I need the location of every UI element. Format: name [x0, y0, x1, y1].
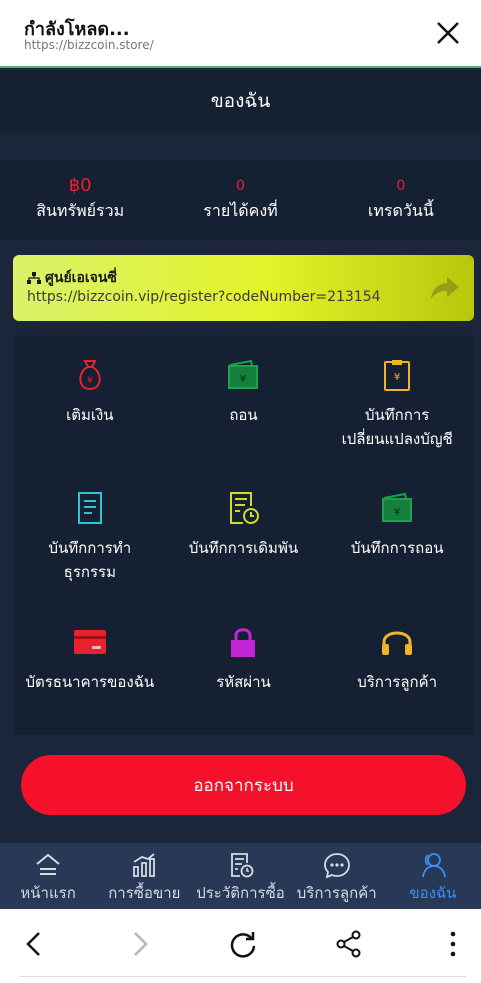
forward-icon[interactable] — [124, 929, 154, 959]
reload-icon[interactable] — [228, 929, 258, 959]
chat-icon — [323, 853, 350, 879]
lock-icon — [231, 627, 256, 657]
browser-url[interactable]: https://bizzcoin.store/ — [24, 38, 154, 52]
stat-label: สินทรัพย์รวม — [36, 200, 125, 220]
grid-item-label: ถอน — [229, 406, 258, 424]
grid-item-password[interactable]: รหัสผ่าน — [167, 602, 321, 735]
agent-title: ศูนย์เอเจนซี่ — [45, 270, 117, 286]
grid-item-label: รหัสผ่าน — [216, 672, 271, 691]
svg-text:¥: ¥ — [87, 376, 93, 386]
grid-item-transaction-log[interactable]: บันทึกการทำ ธุรกรรม — [13, 468, 167, 601]
browser-top-bar: กำลังโหลด... https://bizzcoin.store/ — [0, 0, 481, 68]
nav-label: การซื้อขาย — [108, 884, 181, 902]
nav-item-support[interactable]: บริการลูกค้า — [289, 843, 385, 909]
grid-item-label: บันทึกการทำ ธุรกรรม — [48, 539, 132, 582]
clipboard-icon: ¥ — [384, 360, 411, 391]
grid-item-label: บันทึกการเดิมพัน — [188, 539, 299, 558]
wallet-icon: ¥ — [228, 359, 259, 389]
stat-value: 0 — [236, 177, 245, 194]
divider — [20, 976, 466, 977]
grid-item-label: บันทึกการถอน — [350, 539, 444, 558]
share-arrow-icon[interactable] — [430, 275, 460, 301]
nav-label: ประวัติการซื้อ — [196, 884, 285, 902]
svg-text:¥: ¥ — [394, 372, 400, 383]
stat-label: รายได้คงที่ — [203, 200, 278, 220]
grid-item-label: บันทึกการ เปลี่ยนแปลงบัญชี — [341, 406, 453, 448]
headphones-icon — [382, 631, 413, 655]
money-bag-icon: ¥ — [79, 360, 101, 391]
page-title: ของฉัน — [0, 70, 481, 132]
agent-title-row: ศูนย์เอเจนซี่ — [27, 267, 117, 289]
nav-item-home[interactable]: หน้าแรก — [0, 843, 96, 909]
grid-item-label: บัตรธนาคารของฉัน — [25, 672, 155, 691]
bottom-nav: หน้าแรก การซื้อขาย ประวัติการซื้อ บริการ… — [0, 843, 481, 909]
nav-item-history[interactable]: ประวัติการซื้อ — [192, 843, 288, 909]
back-icon[interactable] — [20, 929, 50, 959]
grid-item-bank-card[interactable]: บัตรธนาคารของฉัน — [13, 602, 167, 735]
grid-item-withdraw-log[interactable]: ¥ บันทึกการถอน — [320, 468, 474, 601]
svg-text:¥: ¥ — [240, 374, 246, 385]
more-menu-icon[interactable] — [438, 929, 468, 959]
stat-label: เทรดวันนี้ — [367, 200, 434, 220]
stat-fixed-income: 0 รายได้คงที่ — [160, 160, 320, 240]
wallet-icon: ¥ — [382, 493, 413, 523]
stats-panel: ฿0 สินทรัพย์รวม 0 รายได้คงที่ 0 เทรดวันน… — [0, 160, 481, 240]
history-icon — [230, 853, 253, 878]
document-clock-icon — [230, 492, 260, 525]
nav-item-mine[interactable]: ของฉัน — [385, 843, 481, 909]
agent-center-banner[interactable]: ศูนย์เอเจนซี่ https://bizzcoin.vip/regis… — [13, 255, 474, 321]
grid-item-withdraw[interactable]: ¥ ถอน — [167, 335, 321, 468]
stat-value: ฿0 — [68, 174, 92, 196]
grid-item-customer-service[interactable]: บริการลูกค้า — [320, 602, 474, 735]
function-grid: ¥ เติมเงิน ¥ ถอน ¥ บันทึกการ เปลี่ยนแปลง… — [13, 335, 474, 735]
stat-value: 0 — [396, 177, 406, 194]
home-icon — [36, 853, 60, 875]
user-icon — [422, 853, 446, 878]
grid-item-account-change-log[interactable]: ¥ บันทึกการ เปลี่ยนแปลงบัญชี — [320, 335, 474, 468]
grid-item-deposit[interactable]: ¥ เติมเงิน — [13, 335, 167, 468]
card-icon — [73, 629, 106, 654]
logout-button[interactable]: ออกจากระบบ — [21, 755, 466, 815]
stat-total-assets: ฿0 สินทรัพย์รวม — [0, 160, 160, 240]
grid-item-bet-log[interactable]: บันทึกการเดิมพัน — [167, 468, 321, 601]
nav-label: หน้าแรก — [20, 884, 76, 902]
close-icon[interactable] — [435, 20, 461, 46]
agent-link[interactable]: https://bizzcoin.vip/register?codeNumber… — [27, 289, 381, 305]
svg-text:¥: ¥ — [394, 507, 400, 518]
browser-bottom-bar — [0, 909, 481, 983]
grid-item-label: เติมเงิน — [66, 406, 114, 424]
chart-icon — [133, 853, 156, 877]
document-icon — [77, 492, 102, 525]
network-icon — [27, 272, 41, 284]
nav-label: บริการลูกค้า — [296, 884, 377, 902]
nav-item-trade[interactable]: การซื้อขาย — [96, 843, 192, 909]
grid-item-label: บริการลูกค้า — [357, 672, 438, 691]
share-icon[interactable] — [334, 929, 364, 959]
stat-trade-today: 0 เทรดวันนี้ — [321, 160, 481, 240]
nav-label: ของฉัน — [409, 884, 457, 902]
